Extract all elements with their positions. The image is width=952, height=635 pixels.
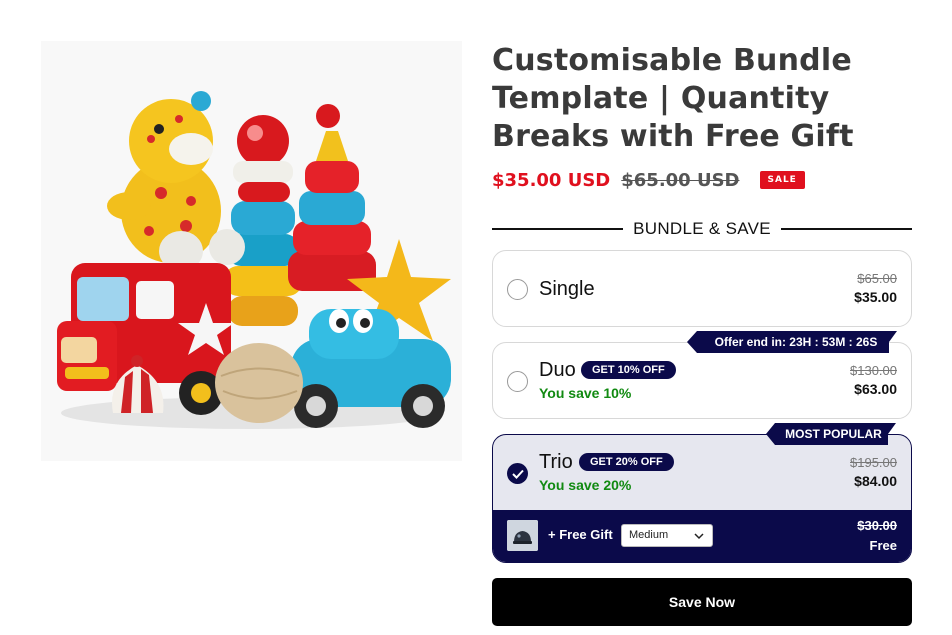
save-now-button[interactable]: Save Now <box>492 578 912 626</box>
bundle-option-duo[interactable]: Duo GET 10% OFF You save 10% $130.00 $63… <box>492 342 912 419</box>
option-price: $84.00 <box>854 473 897 489</box>
free-gift-bar: + Free Gift Medium $30.00 Free <box>493 510 911 562</box>
product-image <box>41 41 462 461</box>
option-savings: You save 10% <box>539 385 632 401</box>
compare-price: $65.00 USD <box>621 169 740 191</box>
option-name: Trio <box>539 451 573 473</box>
product-title: Customisable Bundle Template | Quantity … <box>492 43 854 154</box>
bundle-option-single[interactable]: Single $65.00 $35.00 <box>492 250 912 327</box>
sale-price: $35.00 USD <box>492 169 611 191</box>
option-name: Duo <box>539 359 576 381</box>
offer-countdown-tag: Offer end in: 23H : 53M : 26S <box>687 331 897 353</box>
gift-compare-price: $30.00 <box>857 518 897 533</box>
radio-unchecked-icon[interactable] <box>507 371 528 392</box>
option-price: $35.00 <box>854 289 897 305</box>
radio-unchecked-icon[interactable] <box>507 279 528 300</box>
option-compare-price: $65.00 <box>857 271 897 286</box>
chevron-down-icon <box>694 531 704 543</box>
option-compare-price: $130.00 <box>850 363 897 378</box>
gift-size-select[interactable]: Medium <box>621 524 713 547</box>
bundle-heading: BUNDLE & SAVE <box>492 216 912 242</box>
bundle-option-trio[interactable]: Trio GET 20% OFF You save 20% $195.00 $8… <box>492 434 912 563</box>
divider <box>492 228 624 230</box>
free-gift-label: + Free Gift <box>548 527 613 542</box>
option-savings: You save 20% <box>539 477 632 493</box>
gift-size-value: Medium <box>629 529 669 541</box>
discount-badge: GET 10% OFF <box>581 361 676 379</box>
sale-badge: SALE <box>759 171 805 189</box>
option-compare-price: $195.00 <box>850 455 897 470</box>
option-name: Single <box>539 278 595 300</box>
option-price: $63.00 <box>854 381 897 397</box>
gift-price: Free <box>869 538 897 553</box>
product-info: Customisable Bundle Template | Quantity … <box>492 42 912 192</box>
price-row: $35.00 USD $65.00 USD SALE <box>492 168 912 192</box>
gift-thumbnail <box>507 520 538 551</box>
discount-badge: GET 20% OFF <box>579 453 674 471</box>
bundle-heading-label: BUNDLE & SAVE <box>633 219 771 238</box>
divider <box>780 228 912 230</box>
radio-checked-icon[interactable] <box>507 463 528 484</box>
most-popular-tag: MOST POPULAR <box>766 423 896 445</box>
